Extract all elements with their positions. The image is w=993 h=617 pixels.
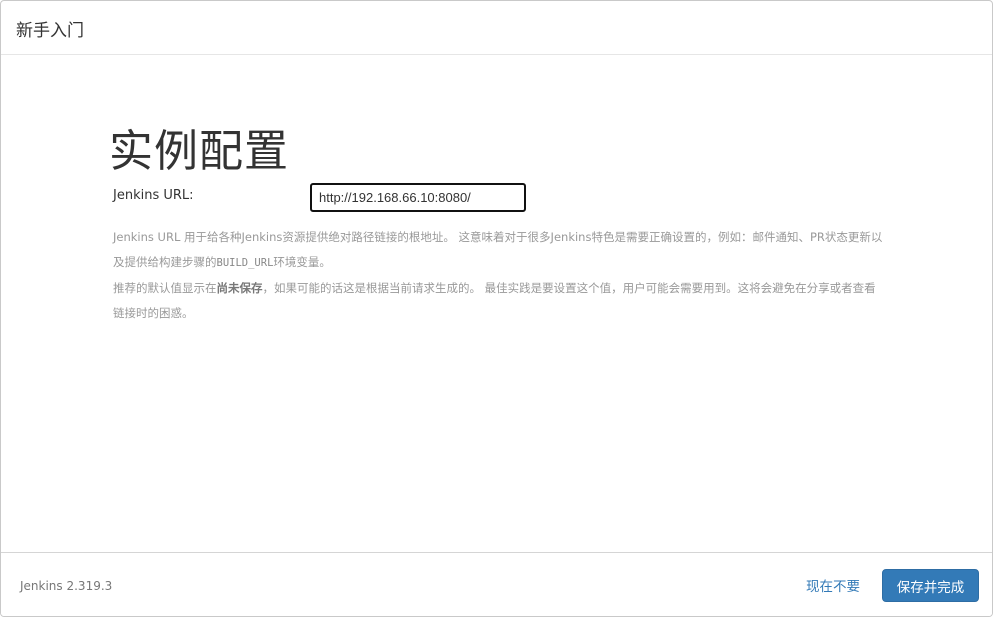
build-url-code: BUILD_URL xyxy=(216,257,274,269)
jenkins-url-label: Jenkins URL: xyxy=(113,188,194,203)
help-paragraph-url: Jenkins URL 用于给各种Jenkins资源提供绝对路径链接的根地址。 … xyxy=(113,230,883,269)
jenkins-version: Jenkins 2.319.3 xyxy=(20,579,113,593)
not-saved-emphasis: 尚未保存 xyxy=(216,281,263,295)
dialog-title: 新手入门 xyxy=(16,21,84,41)
instance-configuration-panel: 实例配置 Jenkins URL: Jenkins URL 用于给各种Jenki… xyxy=(1,55,992,552)
help-paragraph-default: 推荐的默认值显示在尚未保存，如果可能的话这是根据当前请求生成的。 最佳实践是要设… xyxy=(113,281,876,320)
page-title: 实例配置 xyxy=(109,126,289,177)
jenkins-url-input[interactable] xyxy=(310,183,526,212)
skip-button[interactable]: 现在不要 xyxy=(797,569,869,601)
help-text: Jenkins URL 用于给各种Jenkins资源提供绝对路径链接的根地址。 … xyxy=(113,225,883,326)
dialog-footer: Jenkins 2.319.3 现在不要 保存并完成 xyxy=(1,552,992,616)
setup-wizard-dialog: 新手入门 实例配置 Jenkins URL: Jenkins URL 用于给各种… xyxy=(0,0,993,617)
save-and-finish-button[interactable]: 保存并完成 xyxy=(882,569,979,602)
dialog-header: 新手入门 xyxy=(1,1,992,55)
